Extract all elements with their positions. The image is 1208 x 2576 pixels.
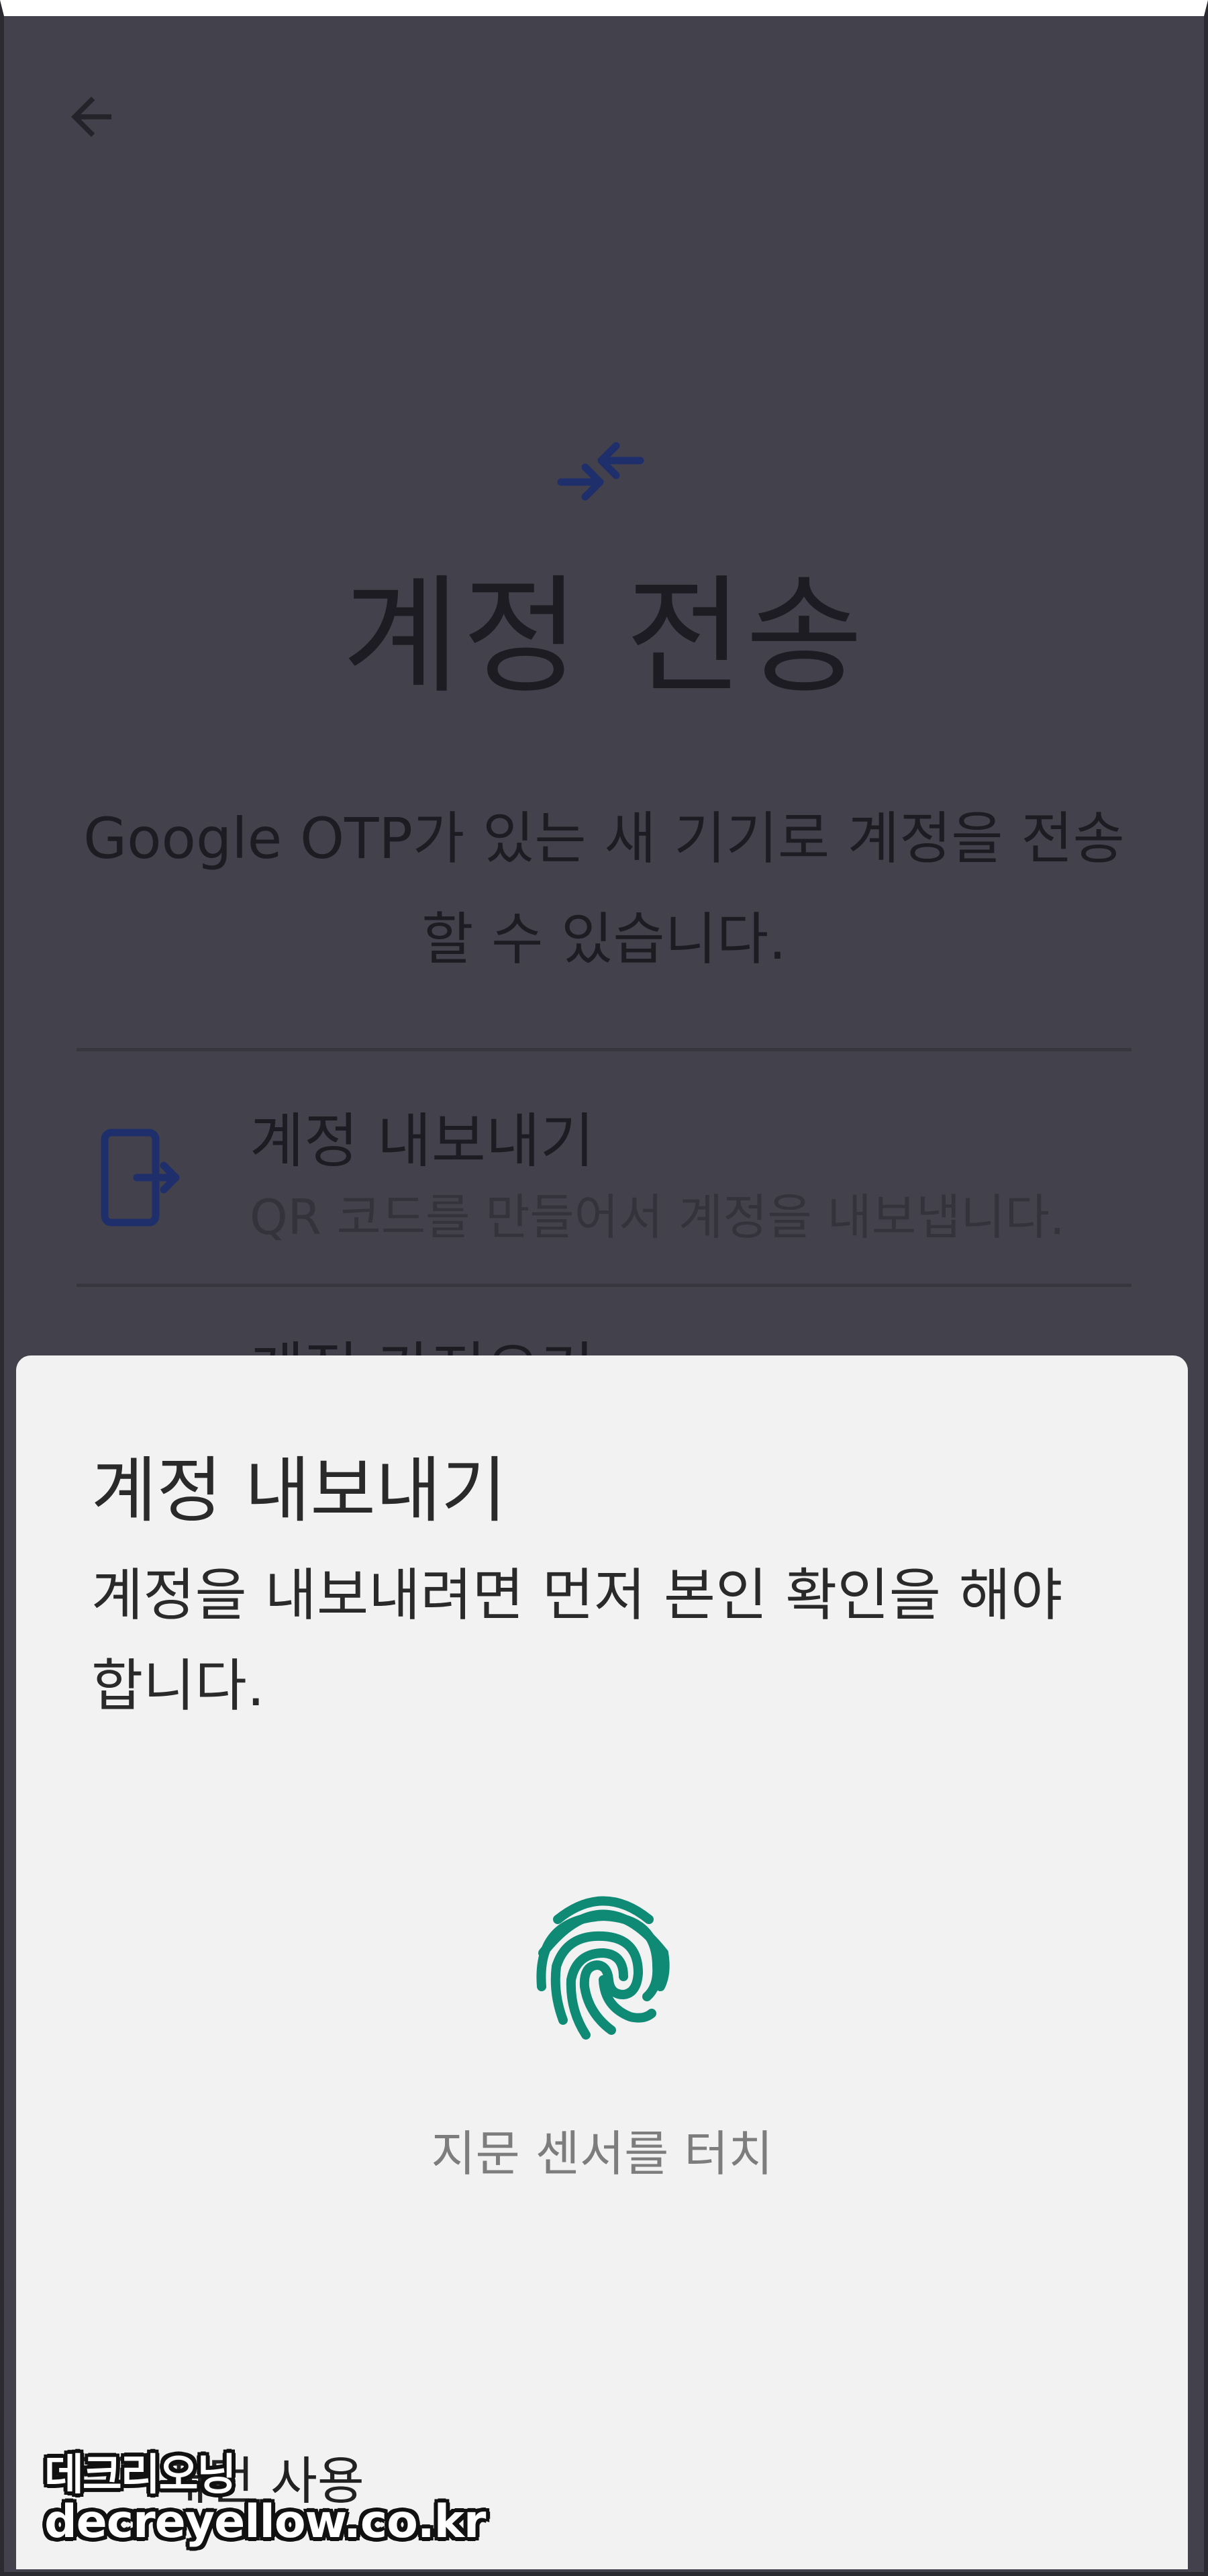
dialog-title: 계정 내보내기: [91, 1449, 507, 1532]
back-button[interactable]: [51, 77, 132, 157]
export-option-subtitle: QR 코드를 만들어서 계정을 내보냅니다.: [250, 1189, 1065, 1245]
watermark-line2: decreyellow.co.kr: [44, 2495, 486, 2549]
arrow-left-icon: [71, 97, 111, 137]
transfer-arrows-icon: [557, 442, 644, 501]
export-accounts-option[interactable]: 계정 내보내기 QR 코드를 만들어서 계정을 내보냅니다.: [77, 1053, 1131, 1282]
fingerprint-hint: 지문 센서를 터치: [431, 2126, 773, 2182]
divider: [77, 1284, 1131, 1287]
divider: [77, 1048, 1131, 1051]
page-description: Google OTP가 있는 새 기기로 계정을 전송할 수 있습니다.: [83, 806, 1125, 972]
watermark: 데크리오닝 decreyellow.co.kr: [44, 2450, 486, 2549]
fingerprint-icon[interactable]: [530, 1879, 677, 2047]
export-option-title: 계정 내보내기: [250, 1106, 595, 1176]
watermark-line1: 데크리오닝: [44, 2450, 236, 2500]
app-screen: 계정 전송 Google OTP가 있는 새 기기로 계정을 전송할 수 있습니…: [0, 0, 1208, 2576]
dialog-message: 계정을 내보내려면 먼저 본인 확인을 해야 합니다.: [91, 1562, 1063, 1719]
export-phone-icon: [101, 1129, 180, 1227]
verification-dialog: 계정 내보내기 계정을 내보내려면 먼저 본인 확인을 해야 합니다. 지문 센…: [16, 1355, 1188, 2569]
page-title: 계정 전송: [342, 563, 866, 711]
